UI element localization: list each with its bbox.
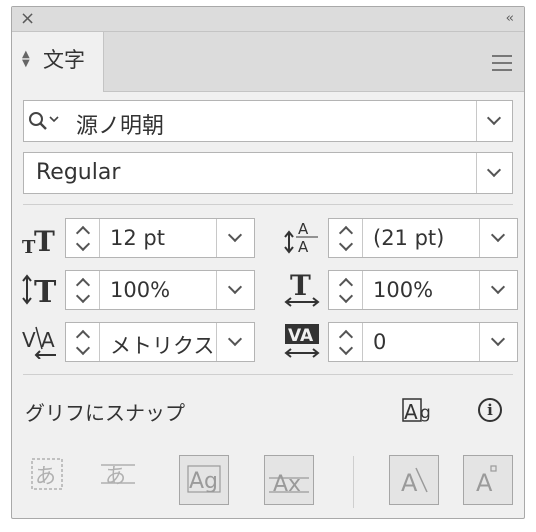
divider [353,456,354,508]
snap-em-box-icon[interactable]: あ [100,457,136,491]
leading-stepper[interactable] [329,219,363,257]
chevron-down-icon[interactable] [75,288,91,304]
chevron-down-icon[interactable] [338,236,354,252]
chevron-down-icon [490,331,506,347]
angular-guides-icon: A [401,467,428,497]
vertical-scale-value[interactable]: 100% [110,278,214,302]
leading-icon: A A [284,220,318,255]
kerning-stepper[interactable] [66,323,100,361]
close-icon[interactable]: × [20,8,35,30]
search-icon[interactable] [28,111,64,133]
snap-baseline-icon[interactable]: あ [31,457,65,491]
font-size-icon: T T [22,227,55,255]
chevron-down-icon [227,279,243,295]
horizontal-scale-dropdown-arrow[interactable] [479,271,517,309]
collapse-panel-icon[interactable]: ‹‹ [506,9,515,29]
svg-text:T: T [34,227,55,255]
svg-text:VA: VA [288,326,314,346]
tracking-stepper[interactable] [329,323,363,361]
horizontal-scale-field[interactable]: 100% [328,270,536,310]
snap-anchor-point-button[interactable]: A [463,455,513,505]
glyph-bounds-icon: Ag [187,465,221,494]
chevron-down-icon [227,331,243,347]
leading-dropdown-arrow[interactable] [479,219,517,257]
font-style-dropdown-arrow[interactable] [476,153,512,193]
svg-text:Ax: Ax [273,472,301,497]
tab-expand-arrows-icon[interactable]: ▲ ▼ [22,50,30,69]
panel-title-bar: × ‹‹ [12,7,524,32]
info-icon[interactable]: i [478,398,502,422]
font-style-dropdown[interactable]: Regular [23,152,513,194]
tracking-icon: VA [284,324,320,358]
anchor-point-icon: A [476,465,497,497]
font-size-value[interactable]: 12 pt [110,226,214,250]
divider [23,374,513,375]
tracking-field[interactable]: 0 [328,322,536,362]
kerning-dropdown-arrow[interactable] [216,323,254,361]
svg-text:T: T [290,271,311,302]
svg-text:Ag: Ag [189,469,218,494]
svg-text:A: A [404,400,418,424]
snap-angular-guides-button[interactable]: A [389,455,439,505]
horizontal-scale-stepper[interactable] [329,271,363,309]
font-size-dropdown-arrow[interactable] [216,219,254,257]
svg-text:A: A [41,328,55,352]
chevron-down-icon[interactable] [338,288,354,304]
chevron-down-icon [490,227,506,243]
font-family-value: 源ノ明朝 [76,114,165,139]
font-family-dropdown-arrow[interactable] [476,101,512,141]
x-height-icon: Ax [269,472,309,497]
chevron-down-icon [490,279,506,295]
kerning-icon: V A [22,326,56,359]
svg-text:あ: あ [105,464,126,488]
leading-field[interactable]: (21 pt) [328,218,536,258]
snap-glyph-icon[interactable]: A g [402,398,432,424]
svg-text:g: g [420,403,431,423]
chevron-down-icon [486,162,502,178]
horizontal-scale-icon: T [284,271,320,307]
character-panel: × ‹‹ ▲ ▼ 文字 源ノ明朝 Regular T T 12 pt A A (… [11,6,525,519]
divider [23,204,513,205]
svg-text:A: A [298,238,309,255]
chevron-down-icon [486,110,502,126]
svg-text:A: A [476,469,493,497]
tracking-value[interactable]: 0 [373,330,477,354]
svg-text:V: V [22,328,36,352]
svg-text:A: A [298,220,309,238]
panel-menu-icon[interactable] [492,55,512,76]
tracking-dropdown-arrow[interactable] [479,323,517,361]
kerning-value[interactable]: メトリクス [110,330,218,360]
font-size-stepper[interactable] [66,219,100,257]
chevron-down-icon[interactable] [75,340,91,356]
vertical-scale-dropdown-arrow[interactable] [216,271,254,309]
panel-tab-row: ▲ ▼ 文字 [12,32,524,92]
snap-to-glyph-label: グリフにスナップ [25,401,185,425]
snap-x-height-button[interactable]: Ax [264,455,314,505]
svg-text:T: T [34,275,57,307]
font-style-value: Regular [36,160,121,185]
svg-text:あ: あ [35,464,56,488]
chevron-down-icon[interactable] [338,340,354,356]
leading-value[interactable]: (21 pt) [373,226,477,250]
tab-character[interactable]: ▲ ▼ 文字 [12,32,104,92]
chevron-down-icon [227,227,243,243]
tab-character-label: 文字 [43,48,85,72]
svg-text:A: A [401,469,418,497]
snap-glyph-bounds-button[interactable]: Ag [179,455,229,505]
chevron-down-icon[interactable] [75,236,91,252]
font-family-dropdown[interactable]: 源ノ明朝 [23,100,513,142]
vertical-scale-stepper[interactable] [66,271,100,309]
horizontal-scale-value[interactable]: 100% [373,278,477,302]
vertical-scale-icon: T [22,274,57,307]
